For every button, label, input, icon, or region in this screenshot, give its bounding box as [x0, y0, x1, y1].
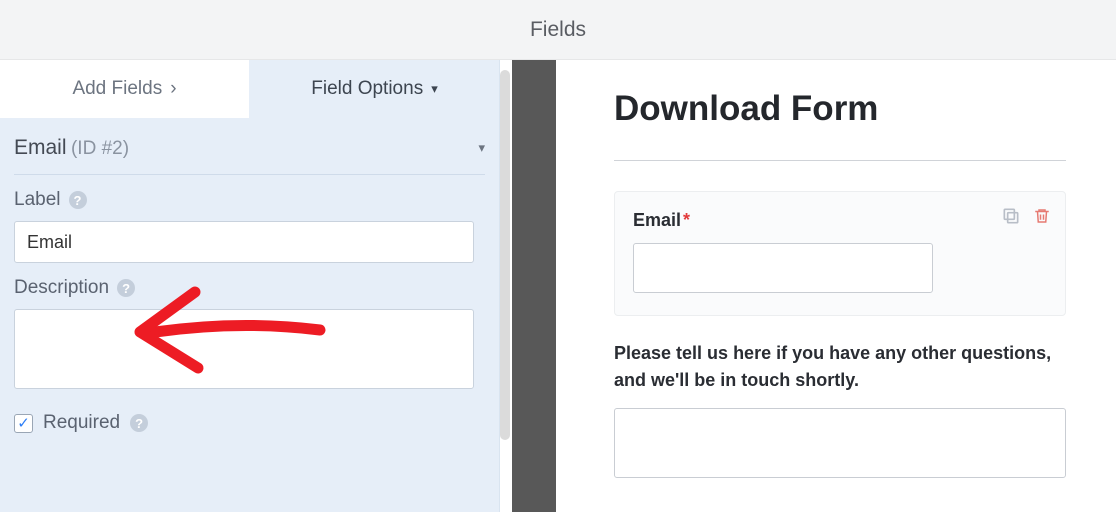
required-label: Required [43, 412, 120, 434]
preview-email-field[interactable]: Email* [614, 191, 1066, 316]
field-header[interactable]: Email (ID #2) ▾ [14, 118, 485, 175]
tab-field-options[interactable]: Field Options ▾ [250, 60, 499, 118]
help-icon[interactable]: ? [117, 279, 135, 297]
help-icon[interactable]: ? [130, 414, 148, 432]
form-preview: Download Form Email* Please tell us here… [556, 60, 1116, 512]
description-label: Description [14, 277, 109, 299]
checkmark-icon: ✓ [17, 414, 30, 432]
top-bar: Fields [0, 0, 1116, 60]
top-bar-title: Fields [530, 18, 586, 42]
sidebar-tabs: Add Fields › Field Options ▾ [0, 60, 499, 118]
field-actions [1001, 206, 1051, 231]
main-area: Add Fields › Field Options ▾ Email (ID #… [0, 60, 1116, 512]
field-name: Email [14, 136, 67, 159]
chevron-down-icon: ▾ [431, 81, 438, 97]
form-title: Download Form [614, 88, 1066, 130]
preview-email-label: Email [633, 210, 681, 230]
title-divider [614, 160, 1066, 161]
scrollbar[interactable] [500, 70, 510, 440]
label-group: Label ? [0, 175, 499, 263]
label-input[interactable] [14, 221, 474, 263]
label-label: Label [14, 189, 61, 211]
preview-question-label: Please tell us here if you have any othe… [614, 340, 1066, 394]
preview-question-textarea[interactable] [614, 408, 1066, 478]
help-icon[interactable]: ? [69, 191, 87, 209]
description-group: Description ? [0, 263, 499, 394]
chevron-down-icon: ▾ [478, 140, 485, 156]
description-input[interactable] [14, 309, 474, 389]
tab-field-options-label: Field Options [311, 78, 423, 100]
duplicate-icon[interactable] [1001, 206, 1021, 231]
field-id: (ID #2) [71, 138, 129, 159]
sidebar-panel: Add Fields › Field Options ▾ Email (ID #… [0, 60, 500, 512]
required-row[interactable]: ✓ Required ? [0, 394, 499, 434]
preview-email-input[interactable] [633, 243, 933, 293]
tab-add-fields[interactable]: Add Fields › [0, 60, 250, 118]
trash-icon[interactable] [1033, 206, 1051, 231]
required-asterisk: * [683, 210, 690, 230]
chevron-right-icon: › [170, 78, 176, 100]
required-checkbox[interactable]: ✓ [14, 414, 33, 433]
tab-add-fields-label: Add Fields [72, 78, 162, 100]
